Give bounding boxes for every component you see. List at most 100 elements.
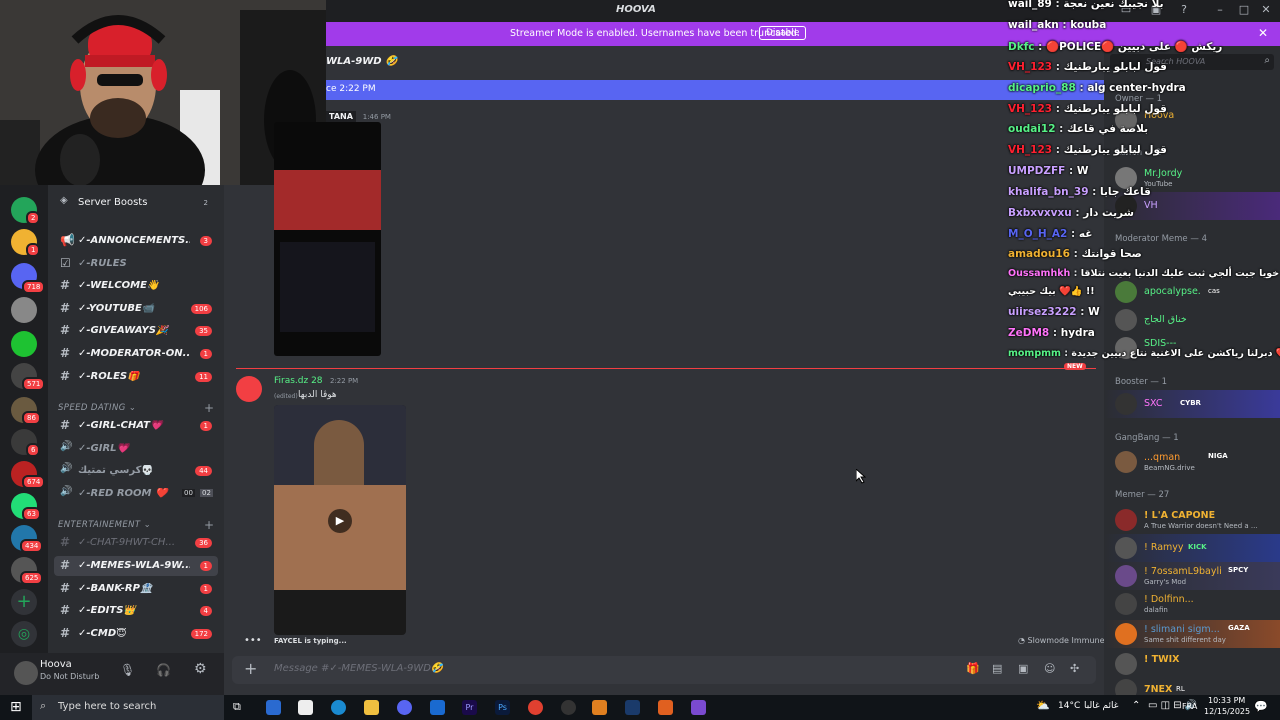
sticker-icon[interactable]: ▣ [1018, 662, 1028, 675]
overlay-text: hydra [1060, 327, 1095, 339]
apps-icon[interactable]: ✣ [1070, 662, 1079, 675]
channel-item[interactable]: # ✓-BANK-RP🏦 1 [54, 579, 218, 599]
hash-icon: # [60, 346, 71, 360]
slowmode-text: Slowmode Immune [1027, 636, 1105, 645]
premiere-icon[interactable]: Pr [462, 700, 477, 715]
channel-item[interactable]: 🔊 ✓-GIRL💗 [54, 439, 218, 459]
server-badge: 6 [26, 443, 41, 457]
taskbar-search-input[interactable]: Type here to search [58, 701, 156, 712]
user-name: Hoova [40, 659, 72, 670]
voice-icon: 🔊 [60, 486, 73, 497]
taskbar-search[interactable]: ⌕ Type here to search [32, 695, 224, 720]
folder-icon[interactable] [364, 700, 379, 715]
overlay-user: wail_akn [1008, 19, 1059, 31]
overlay-text: alg center-hydra [1087, 82, 1186, 94]
avatar[interactable] [236, 376, 262, 402]
new-messages-bar[interactable]: ce 2:22 PM [326, 80, 1104, 100]
notification-icon[interactable]: 💬 [1254, 700, 1268, 713]
language-indicator[interactable]: FRA [1182, 702, 1197, 711]
hash-icon: # [60, 603, 71, 617]
attach-plus-icon[interactable]: + [244, 659, 257, 678]
photoshop-icon[interactable]: Ps [495, 700, 510, 715]
overlay-message: amadou16 : صحا قوانتك [1008, 248, 1142, 260]
member-item[interactable]: ! 7ossamL9bayli SPCY Garry's Mod [1104, 562, 1280, 590]
channel-item[interactable]: 🔊 كرسي تمتيك💀 44 [54, 461, 218, 481]
mail-icon[interactable] [430, 700, 445, 715]
member-item[interactable]: ...qman NIGA BeamNG.drive [1104, 448, 1280, 476]
channel-header-name: WLA-9WD [326, 56, 382, 67]
server-icon[interactable] [11, 331, 37, 357]
member-item[interactable]: ! L'A CAPONE A True Warrior doesn't Need … [1104, 506, 1280, 534]
add-server-icon[interactable]: + [11, 589, 37, 615]
clock-time[interactable]: 10:33 PM [1208, 696, 1245, 705]
obs-icon[interactable] [561, 700, 576, 715]
avatar[interactable] [14, 661, 38, 685]
message-input[interactable]: Message #✓-MEMES-WLA-9WD🤣 [274, 663, 443, 674]
headphones-icon[interactable]: 🎧 [156, 663, 171, 677]
member-item[interactable]: ! TWIX [1104, 650, 1280, 678]
member-item[interactable]: SXC CYBR [1104, 390, 1280, 418]
gif-icon[interactable]: ▤ [992, 662, 1002, 675]
store-icon[interactable] [266, 700, 281, 715]
discover-icon[interactable]: ◎ [11, 621, 37, 647]
add-channel-icon[interactable]: + [204, 518, 214, 532]
channel-item[interactable]: # ✓-ROLES🎁 11 [54, 367, 218, 387]
add-channel-icon[interactable]: + [204, 401, 214, 415]
overlay-text: دبرلنا رياكشن على الاغنية نتاع دبيين جدي… [1071, 348, 1280, 359]
avatar [1115, 537, 1137, 559]
gift-icon[interactable]: 🎁 [966, 662, 980, 675]
channel-item[interactable]: # ✓-YOUTUBE📹 106 [54, 299, 218, 319]
member-item[interactable]: ! Ramyy KICK [1104, 534, 1280, 562]
category-entertainement[interactable]: ENTERTAINEMENT ⌄ + [58, 518, 214, 532]
file-icon[interactable] [298, 700, 313, 715]
video-embed[interactable]: ▶ [274, 405, 406, 635]
channel-item[interactable]: # ✓-MODERATOR-ON... 1 [54, 344, 218, 364]
overlay-text: قول لبابلو يبارطنيك [1063, 61, 1167, 73]
channel-item[interactable]: # ✓-GIRL-CHAT💗 1 [54, 416, 218, 436]
edge-icon[interactable] [331, 700, 346, 715]
overlay-user: mompmm [1008, 348, 1061, 359]
app-icon[interactable] [592, 700, 607, 715]
channel-item[interactable]: ☑ ✓-RULES [54, 254, 218, 274]
chrome-icon[interactable] [528, 700, 543, 715]
play-icon[interactable]: ▶ [328, 509, 352, 533]
message-author[interactable]: TANA [326, 111, 356, 122]
server-badge: 674 [22, 475, 46, 489]
steam-icon[interactable] [625, 700, 640, 715]
category-speed-dating[interactable]: SPEED DATING ⌄ + [58, 401, 214, 415]
overlay-text: بيك حبيبي ❤️👍 !! [1008, 286, 1095, 297]
channel-header: WLA-9WD 🤣 [326, 56, 398, 67]
disable-button[interactable]: Disable [759, 26, 807, 40]
emoji-icon[interactable]: ☺ [1044, 662, 1055, 675]
member-item[interactable]: ! slimani sigm... GAZA Same shit different… [1104, 620, 1280, 648]
overlay-text: غه [1078, 228, 1093, 240]
channel-item[interactable]: # ✓-CHAT-9HWT-CH... 36 [54, 533, 218, 553]
channel-item[interactable]: 🔊 ✓-RED ROOM ❤️ 00 02 [54, 484, 218, 504]
search-icon: ⌕ [40, 699, 47, 712]
chevron-up-icon[interactable]: ⌃ [1132, 700, 1140, 711]
channel-item[interactable]: 📢 ✓-ANNONCEMENTS... 3 [54, 231, 218, 251]
clock-date[interactable]: 12/15/2025 [1204, 707, 1250, 716]
task-view-icon[interactable]: ⧉ [233, 700, 241, 714]
app-icon[interactable] [658, 700, 673, 715]
overlay-message: M_O_H_A2 : غه [1008, 228, 1093, 240]
message-author[interactable]: Firas.dz 28 [274, 376, 323, 386]
member-item[interactable]: 7NEX RL [1104, 676, 1280, 695]
channel-item[interactable]: # ✓-GIVEAWAYS🎉 35 [54, 321, 218, 341]
microphone-icon[interactable]: 🎙 [120, 663, 135, 677]
app-icon[interactable] [691, 700, 706, 715]
server-icon[interactable] [11, 297, 37, 323]
server-boosts[interactable]: ◈ Server Boosts 2 [54, 193, 218, 213]
server-badge: 718 [22, 280, 46, 294]
channel-item[interactable]: # ✓-WELCOME👋 [54, 276, 218, 296]
channel-item-active[interactable]: # ✓-MEMES-WLA-9W... 1 [54, 556, 218, 576]
phone-screenshot-image[interactable] [274, 122, 381, 356]
discord-icon[interactable] [397, 700, 412, 715]
channel-item[interactable]: # ✓-EDITS👑 4 [54, 601, 218, 621]
member-item[interactable]: ! Dolfinn... dalafin [1104, 590, 1280, 618]
windows-start-icon[interactable]: ⊞ [10, 699, 22, 715]
weather-temp[interactable]: 14°C [1058, 701, 1080, 711]
hash-icon: # [60, 301, 71, 315]
channel-item[interactable]: # ✓-CMD😇 172 [54, 624, 218, 644]
gear-icon[interactable]: ⚙ [194, 661, 207, 677]
